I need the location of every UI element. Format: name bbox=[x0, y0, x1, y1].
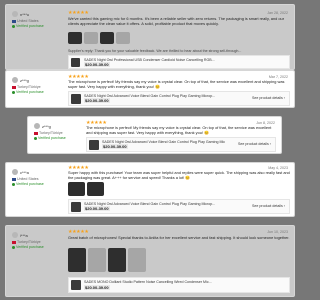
reviewer-country: United States bbox=[17, 19, 39, 23]
check-icon bbox=[12, 90, 15, 94]
product-name: SADES MONO Dolliant Studio Pattern Noise… bbox=[84, 280, 212, 284]
product-thumbnail bbox=[71, 58, 80, 67]
reviewer-info: c***a United States Verified purchase bbox=[12, 169, 56, 186]
product-thumbnail bbox=[71, 280, 81, 290]
reviewer-country: Turkey/Türkiye bbox=[17, 85, 41, 89]
product-thumbnail bbox=[89, 140, 99, 150]
review-photo[interactable] bbox=[116, 32, 130, 44]
reviewer-name: z***g bbox=[20, 77, 29, 83]
reviewer-info: z***g Turkey/Türkiye Verified purchase bbox=[12, 77, 56, 94]
reviewer-name: c***a bbox=[20, 169, 29, 175]
product-box[interactable]: SADES MONO Dolliant Studio Pattern Noise… bbox=[68, 277, 290, 293]
review-card-3: z***g Turkey/Türkiye Verified purchase ★… bbox=[27, 116, 282, 154]
review-text: Super happy with this purchase! Your tea… bbox=[68, 170, 290, 180]
review-photo[interactable] bbox=[128, 248, 146, 272]
flag-icon bbox=[34, 131, 38, 135]
reviewer-country: Turkey/Türkiye bbox=[17, 240, 41, 244]
review-photo[interactable] bbox=[88, 248, 106, 272]
product-name: SADES Night Owl Professional USB Condens… bbox=[84, 58, 215, 62]
product-box[interactable]: SADES Night Owl Advanced Voice Blend Gai… bbox=[68, 91, 290, 106]
product-thumbnail bbox=[71, 202, 81, 212]
product-box[interactable]: SADES Night Owl Advanced Voice Blend Gai… bbox=[86, 137, 276, 152]
review-text: Great batch of microphones! Special than… bbox=[68, 235, 290, 240]
reviewer-country: Turkey/Türkiye bbox=[39, 131, 63, 135]
reviewer-info: i***a Turkey/Türkiye Verified purchase bbox=[12, 232, 56, 249]
review-photo[interactable] bbox=[68, 32, 82, 44]
review-card-5: i***a Turkey/Türkiye Verified purchase ★… bbox=[5, 225, 295, 297]
review-photo[interactable] bbox=[84, 32, 98, 44]
reviewer-country: United States bbox=[17, 177, 39, 181]
product-price: $20.00-39.00 bbox=[84, 206, 110, 211]
review-card-4: c***a United States Verified purchase ★★… bbox=[5, 162, 295, 217]
product-price: $20.00-39.00 bbox=[84, 98, 110, 103]
product-box[interactable]: SADES Night Owl Professional USB Condens… bbox=[68, 55, 290, 69]
review-photo[interactable] bbox=[87, 182, 104, 196]
see-product-details-link[interactable]: See product details › bbox=[252, 204, 285, 208]
see-product-details-link[interactable]: See product details › bbox=[252, 96, 285, 100]
product-price: $20.00-39.00 bbox=[84, 285, 110, 290]
flag-icon bbox=[12, 177, 16, 181]
verified-label: Verified purchase bbox=[16, 182, 44, 186]
avatar bbox=[12, 77, 18, 83]
reviewer-info: z***g Turkey/Türkiye Verified purchase bbox=[34, 123, 78, 140]
check-icon bbox=[12, 182, 15, 186]
review-card-1: n***u United States Verified purchase ★★… bbox=[5, 4, 295, 70]
review-date: Jun 10, 2023 bbox=[267, 230, 288, 234]
verified-label: Verified purchase bbox=[16, 245, 44, 249]
review-text: The microphone is perfect! My friends sa… bbox=[68, 79, 285, 89]
check-icon bbox=[12, 24, 15, 28]
see-product-details-link[interactable]: See product details › bbox=[238, 142, 271, 146]
avatar bbox=[12, 232, 18, 238]
review-date: Jan 28, 2022 bbox=[267, 11, 288, 15]
flag-icon bbox=[12, 19, 16, 23]
verified-label: Verified purchase bbox=[16, 90, 44, 94]
verified-label: Verified purchase bbox=[38, 136, 66, 140]
product-price: $20.00-39.00 bbox=[102, 144, 128, 149]
verified-label: Verified purchase bbox=[16, 24, 44, 28]
check-icon bbox=[34, 136, 37, 140]
review-photo[interactable] bbox=[100, 32, 114, 44]
reviewer-name: i***a bbox=[20, 232, 28, 238]
avatar bbox=[34, 123, 40, 129]
reviewer-name: z***g bbox=[42, 123, 51, 129]
check-icon bbox=[12, 245, 15, 249]
supplier-reply: Supplier's reply: Thank you for your val… bbox=[68, 49, 242, 53]
product-box[interactable]: SADES Night Owl Advanced Voice Blend Gai… bbox=[68, 199, 290, 214]
review-text: We've carried this gaming mic for 6 mont… bbox=[68, 16, 284, 26]
flag-icon bbox=[12, 85, 16, 89]
avatar bbox=[12, 169, 18, 175]
review-photo[interactable] bbox=[68, 182, 85, 196]
review-card-2: z***g Turkey/Türkiye Verified purchase ★… bbox=[5, 70, 295, 108]
product-price: $20.00-39.00 bbox=[84, 62, 110, 67]
flag-icon bbox=[12, 240, 16, 244]
reviewer-info: n***u United States Verified purchase bbox=[12, 11, 56, 28]
review-photo[interactable] bbox=[68, 248, 86, 272]
avatar bbox=[12, 11, 18, 17]
product-thumbnail bbox=[71, 94, 81, 104]
reviewer-name: n***u bbox=[20, 11, 30, 17]
review-text: The microphone is perfect! My friends sa… bbox=[86, 125, 272, 135]
review-photo[interactable] bbox=[108, 248, 126, 272]
